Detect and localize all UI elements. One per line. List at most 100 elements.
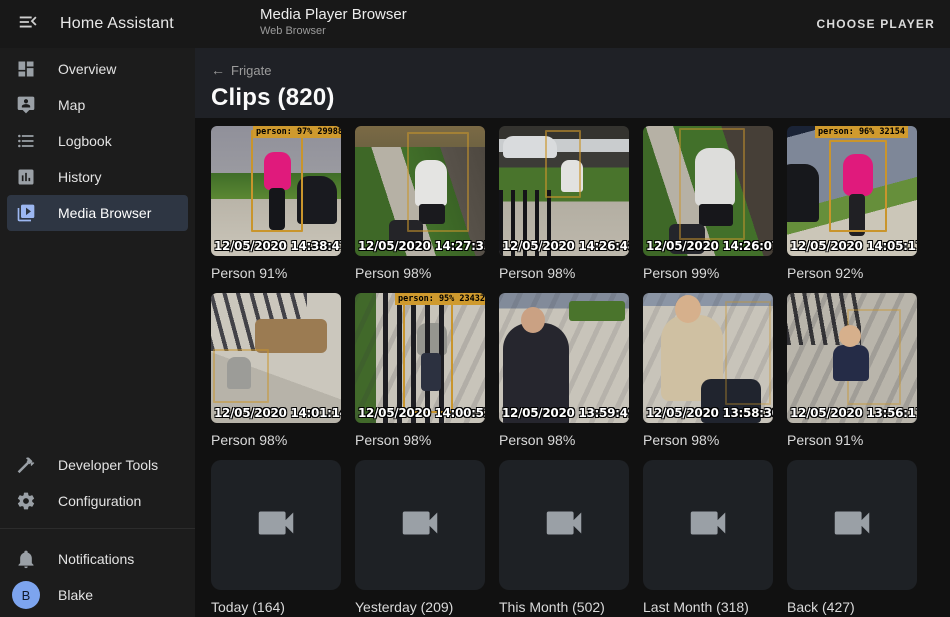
sidebar-tools-group: Developer Tools Configuration: [0, 444, 195, 519]
top-app-bar: Home Assistant Media Player Browser Web …: [0, 0, 950, 48]
back-to-frigate-link[interactable]: ← Frigate: [211, 62, 271, 78]
sidebar-item-label: History: [58, 169, 102, 185]
profile-name: Blake: [58, 587, 93, 603]
sidebar-divider: [0, 528, 195, 529]
sidebar-item-label: Configuration: [58, 493, 141, 509]
scene-shape: [833, 345, 869, 381]
media-player-subtitle: Web Browser: [260, 25, 407, 37]
clip-card[interactable]: person: 95% 23432 12/05/2020 14:00:52 Pe…: [355, 293, 485, 448]
folder-thumbnail[interactable]: [787, 460, 917, 590]
clip-thumbnail[interactable]: 12/05/2020 13:59:49: [499, 293, 629, 423]
detection-bounding-box: [679, 128, 745, 240]
back-link-label: Frigate: [231, 63, 271, 78]
sidebar-item-label: Media Browser: [58, 205, 151, 221]
clip-label: Person 98%: [211, 432, 341, 448]
video-camera-icon: [685, 500, 731, 551]
clip-card[interactable]: 12/05/2020 14:26:07 Person 99%: [643, 126, 773, 281]
clip-card[interactable]: 12/05/2020 13:59:49 Person 98%: [499, 293, 629, 448]
folder-card-today[interactable]: Today (164): [211, 460, 341, 615]
menu-open-icon: [17, 11, 39, 38]
video-camera-icon: [541, 500, 587, 551]
folder-thumbnail[interactable]: [355, 460, 485, 590]
clip-card[interactable]: 12/05/2020 13:56:17 Person 91%: [787, 293, 917, 448]
sidebar-item-label: Notifications: [58, 551, 134, 567]
folder-thumbnail[interactable]: [499, 460, 629, 590]
folder-label: Back (427): [787, 599, 917, 615]
clip-card[interactable]: 12/05/2020 13:58:30 Person 98%: [643, 293, 773, 448]
sidebar-item-configuration[interactable]: Configuration: [0, 483, 195, 519]
clip-label: Person 99%: [643, 265, 773, 281]
scene-shape: [255, 319, 327, 353]
detection-tag: person: 97% 29988: [253, 126, 341, 138]
clip-thumbnail[interactable]: 12/05/2020 13:58:30: [643, 293, 773, 423]
clip-timestamp-overlay: 12/05/2020 14:38:47: [214, 239, 341, 253]
clip-thumbnail[interactable]: person: 97% 29988 12/05/2020 14:38:47: [211, 126, 341, 256]
clip-thumbnail[interactable]: 12/05/2020 14:26:48: [499, 126, 629, 256]
folder-card-this-month[interactable]: This Month (502): [499, 460, 629, 615]
folder-card-yesterday[interactable]: Yesterday (209): [355, 460, 485, 615]
choose-player-button[interactable]: CHOOSE PLAYER: [816, 0, 935, 48]
clip-card[interactable]: 12/05/2020 14:01:14 Person 98%: [211, 293, 341, 448]
clips-grid: person: 97% 29988 12/05/2020 14:38:47 Pe…: [195, 118, 950, 615]
app-title: Home Assistant: [60, 15, 174, 33]
clip-timestamp-overlay: 12/05/2020 14:26:48: [502, 239, 629, 253]
clip-timestamp-overlay: 12/05/2020 13:58:30: [646, 406, 773, 420]
folder-card-last-month[interactable]: Last Month (318): [643, 460, 773, 615]
video-camera-icon: [397, 500, 443, 551]
sidebar-footer-group: Notifications B Blake: [0, 538, 195, 617]
folder-label: Yesterday (209): [355, 599, 485, 615]
clip-timestamp-overlay: 12/05/2020 14:00:52: [358, 406, 485, 420]
clip-thumbnail[interactable]: person: 95% 23432 12/05/2020 14:00:52: [355, 293, 485, 423]
sidebar-item-developer-tools[interactable]: Developer Tools: [0, 447, 195, 483]
scene-shape: [675, 295, 701, 323]
hammer-icon: [16, 455, 36, 475]
clip-label: Person 98%: [499, 265, 629, 281]
clip-label: Person 91%: [211, 265, 341, 281]
sidebar-item-overview[interactable]: Overview: [0, 51, 195, 87]
page-title: Clips (820): [211, 84, 950, 112]
scene-shape: [787, 164, 819, 222]
clip-card[interactable]: person: 96% 32154 12/05/2020 14:05:17 Pe…: [787, 126, 917, 281]
clip-label: Person 98%: [499, 432, 629, 448]
scene-shape: [839, 325, 861, 347]
clip-timestamp-overlay: 12/05/2020 14:01:14: [214, 406, 341, 420]
folder-thumbnail[interactable]: [211, 460, 341, 590]
detection-bounding-box: [829, 140, 887, 232]
media-player-heading: Media Player Browser Web Browser: [260, 6, 407, 37]
clip-thumbnail[interactable]: person: 96% 32154 12/05/2020 14:05:17: [787, 126, 917, 256]
clip-card[interactable]: 12/05/2020 14:26:48 Person 98%: [499, 126, 629, 281]
sidebar-item-history[interactable]: History: [0, 159, 195, 195]
folder-label: Last Month (318): [643, 599, 773, 615]
sidebar-item-map[interactable]: Map: [0, 87, 195, 123]
sidebar-toggle-button[interactable]: [8, 4, 48, 44]
clip-card[interactable]: 12/05/2020 14:27:35 Person 98%: [355, 126, 485, 281]
play-box-multiple-icon: [16, 203, 36, 223]
sidebar-item-logbook[interactable]: Logbook: [0, 123, 195, 159]
folder-card-back[interactable]: Back (427): [787, 460, 917, 615]
list-bulleted-icon: [16, 131, 36, 151]
detection-bounding-box: [251, 130, 303, 232]
scene-shape: [521, 307, 545, 333]
sidebar-item-media-browser[interactable]: Media Browser: [7, 195, 188, 231]
clip-thumbnail[interactable]: 12/05/2020 13:56:17: [787, 293, 917, 423]
sidebar-item-label: Overview: [58, 61, 116, 77]
sidebar-main-group: Overview Map Logbook History Media Brows…: [0, 48, 195, 231]
clip-card[interactable]: person: 97% 29988 12/05/2020 14:38:47 Pe…: [211, 126, 341, 281]
clip-label: Person 98%: [643, 432, 773, 448]
clip-timestamp-overlay: 12/05/2020 14:26:07: [646, 239, 773, 253]
detection-bounding-box: [407, 132, 469, 232]
clip-timestamp-overlay: 12/05/2020 13:59:49: [502, 406, 629, 420]
detection-tag: person: 96% 32154: [815, 126, 908, 138]
clip-thumbnail[interactable]: 12/05/2020 14:27:35: [355, 126, 485, 256]
folder-thumbnail[interactable]: [643, 460, 773, 590]
clip-thumbnail[interactable]: 12/05/2020 14:26:07: [643, 126, 773, 256]
clip-timestamp-overlay: 12/05/2020 14:05:17: [790, 239, 917, 253]
clip-label: Person 91%: [787, 432, 917, 448]
sidebar-item-profile[interactable]: B Blake: [0, 577, 195, 613]
video-camera-icon: [829, 500, 875, 551]
clip-thumbnail[interactable]: 12/05/2020 14:01:14: [211, 293, 341, 423]
detection-bounding-box: [403, 301, 453, 413]
detection-bounding-box: [725, 301, 771, 405]
folder-label: This Month (502): [499, 599, 629, 615]
sidebar-item-notifications[interactable]: Notifications: [0, 541, 195, 577]
